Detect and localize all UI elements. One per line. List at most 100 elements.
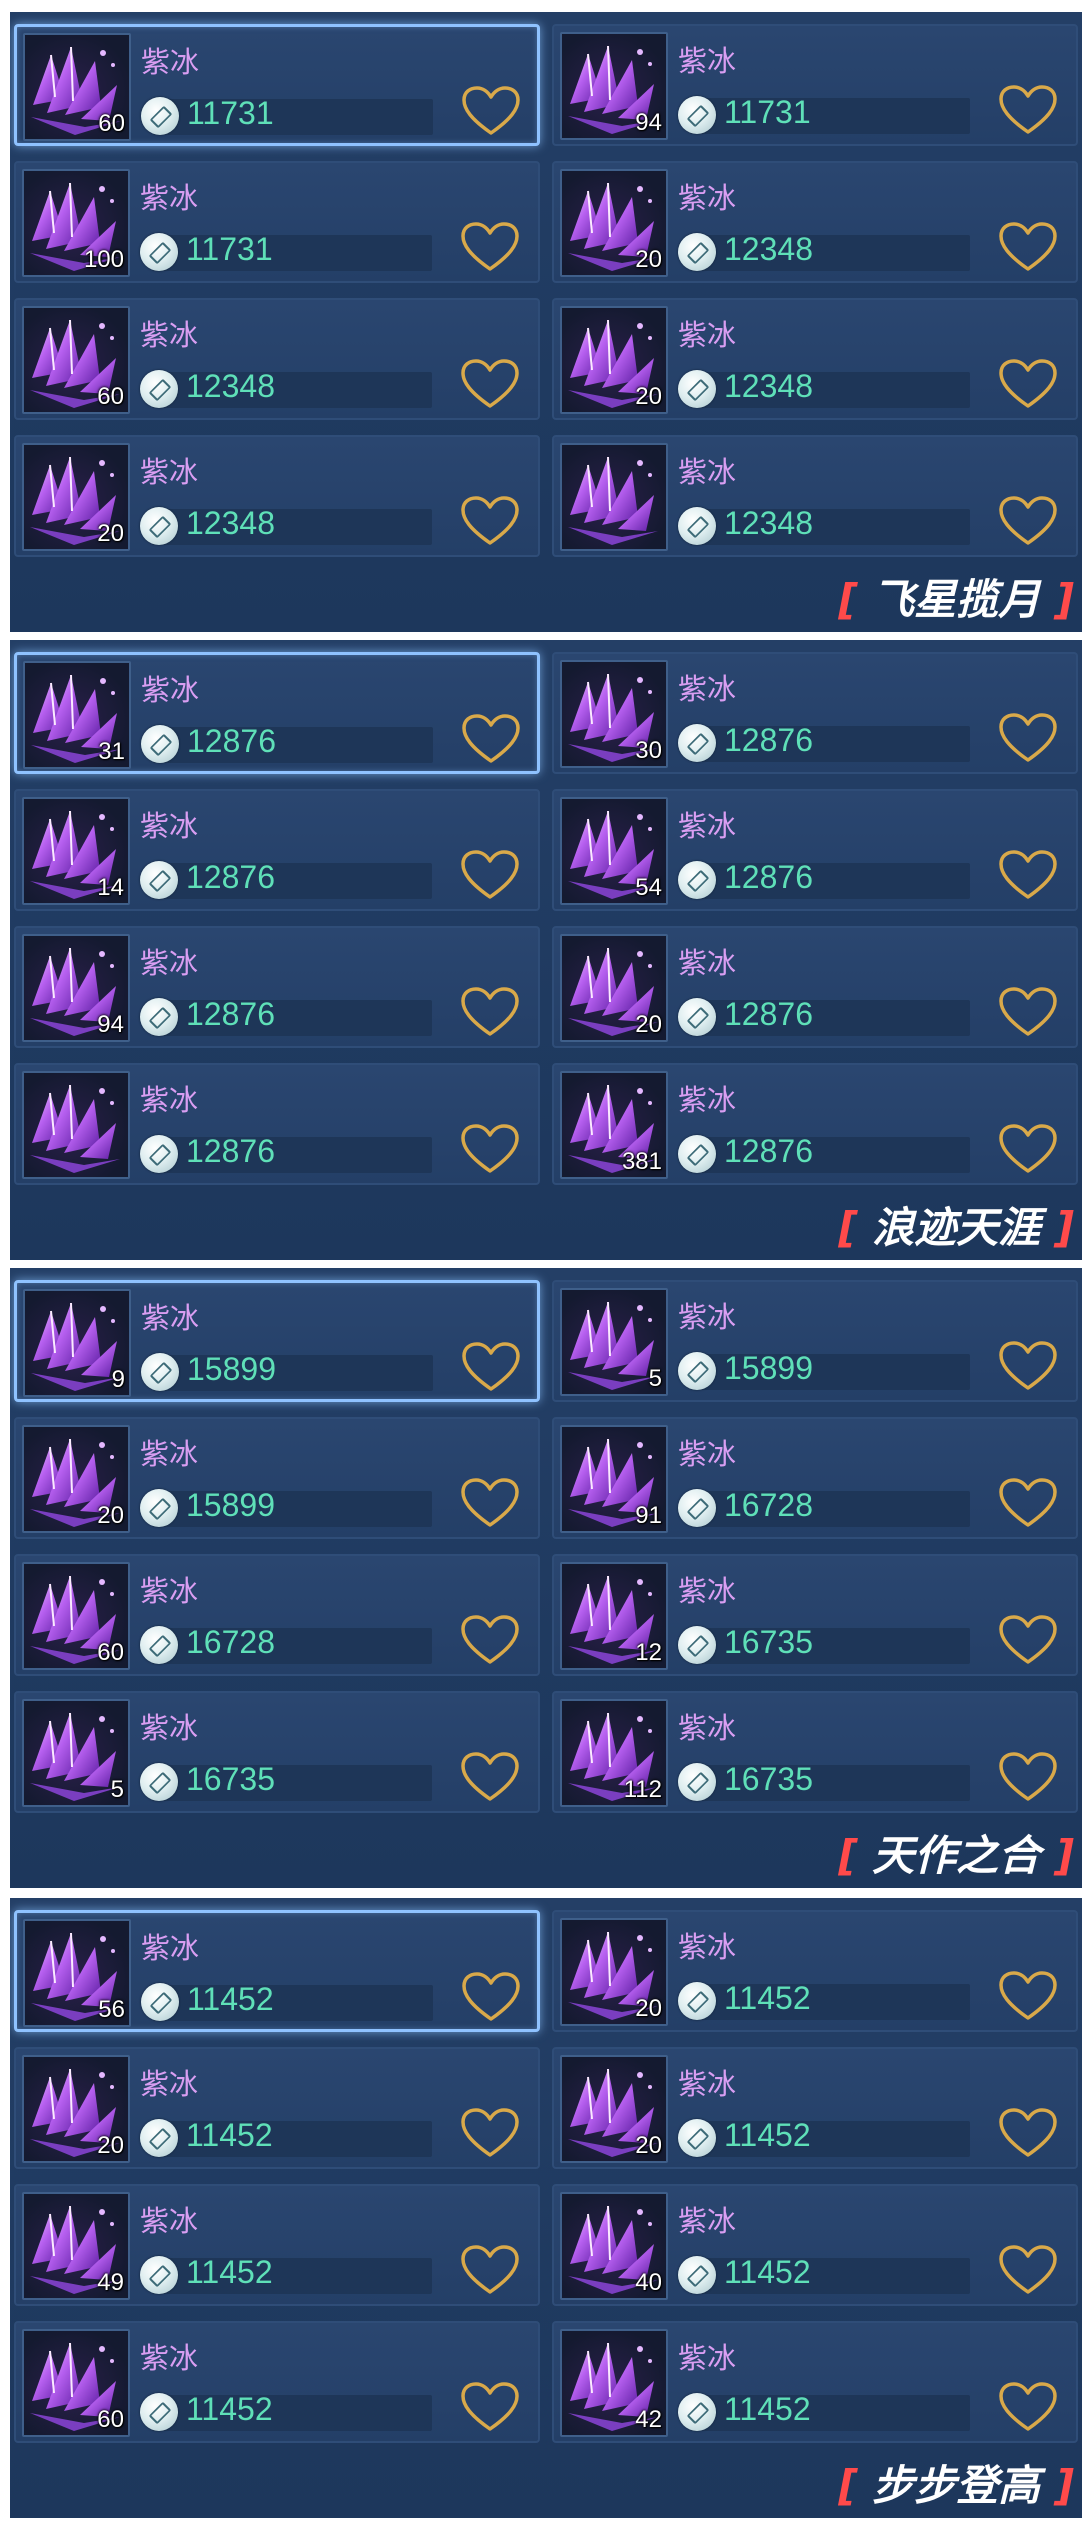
listing-card[interactable]: 60 紫冰 11452 [14,2321,540,2443]
favorite-button[interactable] [998,84,1058,136]
favorite-button[interactable] [998,358,1058,410]
listing-card[interactable]: 20 紫冰 12348 [14,435,540,557]
favorite-button[interactable] [460,1123,520,1175]
crystal-item-icon[interactable]: 54 [560,797,668,905]
crystal-item-icon[interactable]: 20 [560,306,668,414]
listing-card[interactable]: 94 紫冰 12876 [14,926,540,1048]
favorite-button[interactable] [998,712,1058,764]
favorite-button[interactable] [998,1751,1058,1803]
crystal-item-icon[interactable] [560,443,668,551]
item-name: 紫冰 [678,1083,737,1117]
crystal-item-icon[interactable] [22,1071,130,1179]
crystal-item-icon[interactable]: 60 [22,306,130,414]
crystal-item-icon[interactable]: 40 [560,2192,668,2300]
crystal-item-icon[interactable]: 31 [23,661,131,769]
listing-card[interactable]: 20 紫冰 11452 [552,2047,1078,2169]
crystal-item-icon[interactable]: 49 [22,2192,130,2300]
crystal-item-icon[interactable]: 20 [560,934,668,1042]
favorite-button[interactable] [998,1477,1058,1529]
listing-card[interactable]: 56 紫冰 11452 [14,1910,540,2032]
crystal-item-icon[interactable]: 60 [22,1562,130,1670]
favorite-button[interactable] [460,2107,520,2159]
crystal-item-icon[interactable]: 20 [22,2055,130,2163]
favorite-button[interactable] [460,2244,520,2296]
favorite-button[interactable] [998,1123,1058,1175]
favorite-button[interactable] [998,495,1058,547]
coin-icon [140,370,178,408]
crystal-item-icon[interactable]: 20 [560,2055,668,2163]
favorite-button[interactable] [460,986,520,1038]
crystal-item-icon[interactable]: 30 [560,660,668,768]
favorite-button[interactable] [998,849,1058,901]
crystal-item-icon[interactable]: 9 [23,1289,131,1397]
listing-card[interactable]: 紫冰 12348 [552,435,1078,557]
favorite-button[interactable] [460,1477,520,1529]
crystal-item-icon[interactable]: 20 [560,1918,668,2026]
listing-card[interactable]: 20 紫冰 11452 [552,1910,1078,2032]
listing-card[interactable]: 54 紫冰 12876 [552,789,1078,911]
favorite-button[interactable] [461,713,521,765]
listing-card[interactable]: 紫冰 12876 [14,1063,540,1185]
listing-card[interactable]: 30 紫冰 12876 [552,652,1078,774]
listing-card[interactable]: 91 紫冰 16728 [552,1417,1078,1539]
listing-card[interactable]: 14 紫冰 12876 [14,789,540,911]
favorite-button[interactable] [998,2107,1058,2159]
crystal-item-icon[interactable]: 14 [22,797,130,905]
crystal-item-icon[interactable]: 56 [23,1919,131,2027]
listing-card[interactable]: 20 紫冰 11452 [14,2047,540,2169]
listing-card[interactable]: 9 紫冰 15899 [14,1280,540,1402]
listing-card[interactable]: 60 紫冰 11731 [14,24,540,146]
crystal-item-icon[interactable]: 100 [22,169,130,277]
favorite-button[interactable] [998,2381,1058,2433]
crystal-item-icon[interactable]: 91 [560,1425,668,1533]
favorite-button[interactable] [460,495,520,547]
listing-card[interactable]: 42 紫冰 11452 [552,2321,1078,2443]
crystal-item-icon[interactable]: 12 [560,1562,668,1670]
listing-card[interactable]: 94 紫冰 11731 [552,24,1078,146]
favorite-button[interactable] [998,1970,1058,2022]
crystal-item-icon[interactable]: 5 [22,1699,130,1807]
favorite-button[interactable] [998,986,1058,1038]
favorite-button[interactable] [461,1341,521,1393]
listing-card[interactable]: 40 紫冰 11452 [552,2184,1078,2306]
crystal-item-icon[interactable]: 5 [560,1288,668,1396]
listing-card[interactable]: 20 紫冰 12348 [552,161,1078,283]
favorite-button[interactable] [460,358,520,410]
listing-card[interactable]: 31 紫冰 12876 [14,652,540,774]
crystal-item-icon[interactable]: 20 [560,169,668,277]
crystal-item-icon[interactable]: 20 [22,1425,130,1533]
listing-card[interactable]: 5 紫冰 16735 [14,1691,540,1813]
listing-card[interactable]: 12 紫冰 16735 [552,1554,1078,1676]
favorite-button[interactable] [998,2244,1058,2296]
listing-card[interactable]: 381 紫冰 12876 [552,1063,1078,1185]
favorite-button[interactable] [460,1614,520,1666]
listing-card[interactable]: 20 紫冰 15899 [14,1417,540,1539]
crystal-item-icon[interactable]: 94 [560,32,668,140]
favorite-button[interactable] [460,2381,520,2433]
favorite-button[interactable] [998,221,1058,273]
crystal-item-icon[interactable]: 60 [22,2329,130,2437]
favorite-button[interactable] [461,85,521,137]
crystal-item-icon[interactable]: 60 [23,33,131,141]
favorite-button[interactable] [460,221,520,273]
crystal-item-icon[interactable]: 20 [22,443,130,551]
listing-card[interactable]: 5 紫冰 15899 [552,1280,1078,1402]
listing-card[interactable]: 60 紫冰 16728 [14,1554,540,1676]
listing-card[interactable]: 20 紫冰 12876 [552,926,1078,1048]
crystal-item-icon[interactable]: 94 [22,934,130,1042]
heart-icon [460,2382,520,2437]
crystal-item-icon[interactable]: 112 [560,1699,668,1807]
favorite-button[interactable] [461,1971,521,2023]
crystal-item-icon[interactable]: 381 [560,1071,668,1179]
item-name: 紫冰 [140,318,199,352]
favorite-button[interactable] [998,1614,1058,1666]
favorite-button[interactable] [998,1340,1058,1392]
listing-card[interactable]: 112 紫冰 16735 [552,1691,1078,1813]
listing-card[interactable]: 20 紫冰 12348 [552,298,1078,420]
listing-card[interactable]: 60 紫冰 12348 [14,298,540,420]
listing-card[interactable]: 100 紫冰 11731 [14,161,540,283]
listing-card[interactable]: 49 紫冰 11452 [14,2184,540,2306]
crystal-item-icon[interactable]: 42 [560,2329,668,2437]
favorite-button[interactable] [460,849,520,901]
favorite-button[interactable] [460,1751,520,1803]
